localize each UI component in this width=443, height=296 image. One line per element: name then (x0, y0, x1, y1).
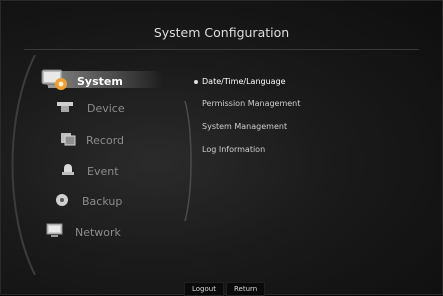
menu-item-system[interactable]: System (41, 69, 123, 94)
menu-label-device: Device (87, 102, 125, 115)
menu-item-event[interactable]: Event (61, 163, 119, 180)
menu-label-system: System (77, 75, 123, 88)
submenu-item-system-management[interactable]: System Management (202, 122, 287, 131)
menu-label-network: Network (75, 226, 121, 239)
system-configuration-window: System Configuration System Device Recor… (0, 0, 443, 296)
submenu-item-date-time-language[interactable]: Date/Time/Language (194, 77, 286, 86)
network-monitor-icon (46, 223, 64, 242)
footer-buttons: Logout Return (184, 282, 266, 296)
submenu-item-log-information[interactable]: Log Information (202, 145, 265, 154)
logout-button[interactable]: Logout (184, 282, 224, 296)
menu-item-network[interactable]: Network (46, 223, 121, 242)
event-alarm-icon (61, 163, 75, 180)
device-camera-icon (56, 100, 74, 117)
menu-item-record[interactable]: Record (60, 132, 124, 149)
menu-item-device[interactable]: Device (56, 100, 125, 117)
system-monitor-gear-icon (41, 69, 69, 94)
menu-label-backup: Backup (82, 195, 123, 208)
backup-disc-icon (55, 193, 69, 210)
menu-label-record: Record (86, 134, 125, 147)
menu-item-backup[interactable]: Backup (55, 193, 122, 210)
main-menu: System Device Record Event Backup Networ… (1, 1, 201, 261)
submenu-separator (184, 101, 192, 221)
record-film-icon (60, 132, 76, 149)
return-button[interactable]: Return (225, 282, 266, 296)
submenu-item-permission-management[interactable]: Permission Management (202, 99, 300, 108)
menu-label-event: Event (87, 165, 119, 178)
